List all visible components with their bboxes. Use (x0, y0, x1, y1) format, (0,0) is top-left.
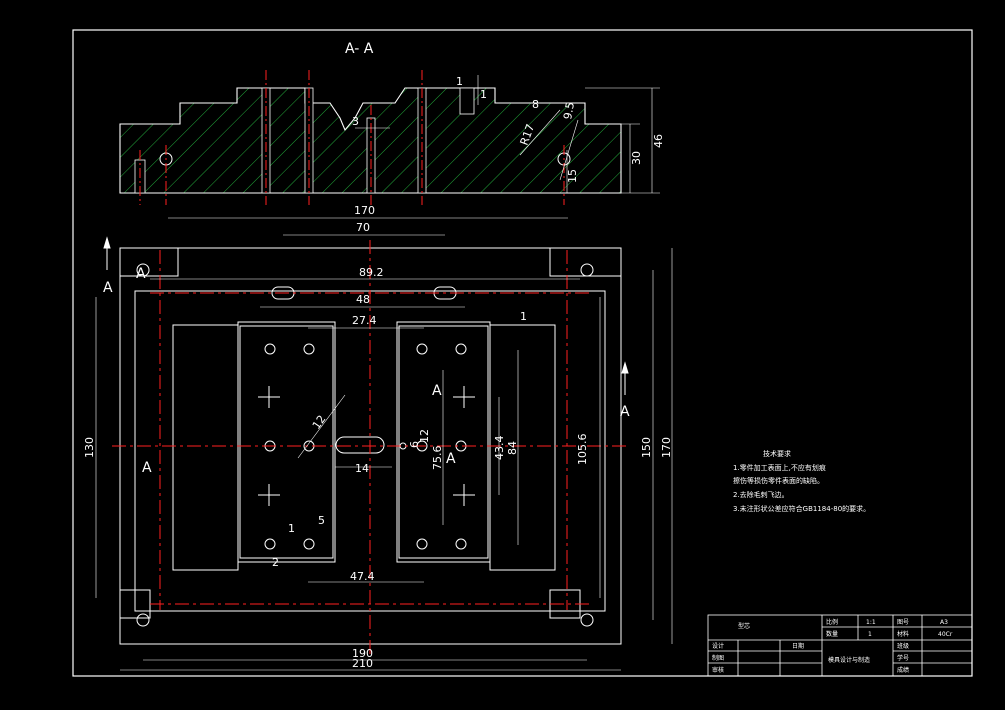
section-mark-4: A (432, 383, 442, 399)
tb-designer-label: 设计 (712, 642, 724, 650)
dim-12: 12 (310, 413, 329, 432)
tb-student-no-label: 学号 (897, 654, 909, 662)
tb-scale-value: 1:1 (866, 619, 876, 626)
dim-46: 46 (652, 134, 665, 148)
dim-8: 8 (532, 98, 539, 111)
dim-12b: 12 (418, 429, 431, 443)
dim-89-2: 89.2 (359, 266, 384, 279)
tb-qty-value: 1 (868, 631, 872, 638)
technical-notes: 技术要求 1.零件加工表面上,不应有划痕 擦伤等损伤零件表面的缺陷。 2.去除毛… (733, 449, 870, 513)
tb-drafter-label: 制图 (712, 654, 724, 662)
dim-70: 70 (356, 221, 370, 234)
dim-47-4: 47.4 (350, 570, 375, 583)
cad-drawing: A- A 30 46 R17 9.5 15 3 1 1 8 A A A A A … (72, 29, 973, 677)
section-mark-5: A (446, 451, 456, 467)
dim-75-6: 75.6 (431, 446, 444, 471)
notes-heading: 技术要求 (763, 449, 791, 458)
dim-1-right: 1 (520, 310, 527, 323)
dim-27-4: 27.4 (352, 314, 377, 327)
dim-14: 14 (355, 462, 369, 475)
dim-6: 6 (408, 441, 421, 448)
dim-84: 84 (506, 441, 519, 455)
dim-3: 3 (352, 115, 359, 128)
dim-1a: 1 (456, 75, 463, 88)
centerlines (112, 240, 630, 655)
dim-1b: 1 (480, 88, 487, 101)
dim-48: 48 (356, 293, 370, 306)
tb-sheet-label: 型芯 (738, 622, 750, 630)
dim-2: 2 (272, 556, 279, 569)
tb-qty-label: 数量 (826, 630, 838, 638)
tb-scale-label: 比例 (826, 618, 838, 626)
tb-school: 模具设计与制造 (828, 656, 870, 664)
dim-43-4: 43.4 (493, 436, 506, 461)
dim-15: 15 (566, 169, 579, 183)
dim-170-top: 170 (354, 204, 375, 217)
notes-line-1: 1.零件加工表面上,不应有划痕 (733, 463, 826, 472)
dim-1-bottom: 1 (288, 522, 295, 535)
tb-checker-label: 审核 (712, 666, 724, 674)
tb-drawing-no-label: 图号 (897, 619, 909, 626)
tb-date-label: 日期 (792, 642, 804, 650)
notes-line-3: 2.去除毛刺飞边。 (733, 490, 789, 499)
tb-drawing-no-value: A3 (940, 619, 948, 626)
section-view: 30 46 R17 9.5 15 3 1 1 8 (119, 70, 665, 205)
section-title: A- A (345, 41, 374, 57)
dim-150: 150 (640, 437, 653, 458)
tb-class-label: 班级 (897, 642, 909, 650)
dim-5: 5 (318, 514, 325, 527)
tb-material-label: 材料 (897, 630, 909, 638)
dim-30: 30 (630, 151, 643, 165)
dim-170-right: 170 (660, 437, 673, 458)
tb-grade-label: 成绩 (897, 666, 909, 674)
section-mark-6: A (620, 404, 630, 420)
notes-line-4: 3.未注形状公差应符合GB1184-80的要求。 (733, 504, 870, 513)
dim-210: 210 (352, 657, 373, 670)
dim-130: 130 (83, 437, 96, 458)
tb-material-value: 40Cr (938, 631, 953, 638)
section-mark-2: A (136, 266, 146, 282)
section-mark-1: A (103, 280, 113, 296)
section-mark-3: A (142, 460, 152, 476)
dim-105-6: 105.6 (576, 434, 589, 466)
notes-line-2: 擦伤等损伤零件表面的缺陷。 (733, 476, 824, 485)
